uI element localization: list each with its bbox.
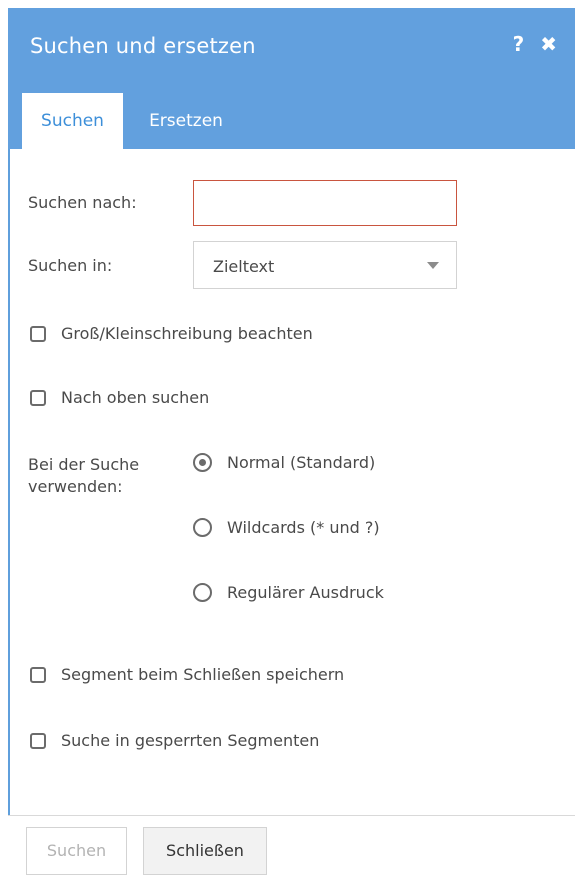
search-in-select[interactable]: Zieltext <box>193 241 457 289</box>
search-mode-regex[interactable]: Regulärer Ausdruck <box>193 583 384 602</box>
search-mode-label-line2: verwenden: <box>28 477 123 496</box>
radio-wildcards[interactable] <box>193 518 212 537</box>
search-mode-label: Bei der Suche verwenden: <box>28 454 139 498</box>
search-mode-normal[interactable]: Normal (Standard) <box>193 453 375 472</box>
search-button[interactable]: Suchen <box>26 827 127 875</box>
search-mode-regex-label: Regulärer Ausdruck <box>227 583 384 602</box>
search-mode-normal-label: Normal (Standard) <box>227 453 376 472</box>
search-mode-wildcards-label: Wildcards (* und ?) <box>227 518 380 537</box>
search-for-input[interactable] <box>193 180 457 226</box>
radio-regex[interactable] <box>193 583 212 602</box>
case-sensitive-option[interactable]: Groß/Kleinschreibung beachten <box>30 324 313 343</box>
tab-ersetzen[interactable]: Ersetzen <box>136 93 236 149</box>
radio-normal[interactable] <box>193 453 212 472</box>
search-locked-label: Suche in gesperrten Segmenten <box>61 731 320 750</box>
chevron-down-icon <box>427 262 439 269</box>
close-button[interactable]: Schließen <box>143 827 267 875</box>
search-for-label: Suchen nach: <box>28 193 137 212</box>
dialog-footer: Suchen Schließen <box>8 815 575 885</box>
dialog-title: Suchen und ersetzen <box>30 34 256 58</box>
search-locked-checkbox[interactable] <box>30 732 46 749</box>
search-in-label: Suchen in: <box>28 256 113 275</box>
case-sensitive-checkbox[interactable] <box>30 325 46 342</box>
save-segment-option[interactable]: Segment beim Schließen speichern <box>30 665 344 684</box>
close-icon[interactable]: ✖ <box>540 33 557 55</box>
save-segment-label: Segment beim Schließen speichern <box>61 665 345 684</box>
dialog-header: Suchen und ersetzen ? ✖ Suchen Ersetzen <box>8 8 575 149</box>
save-segment-checkbox[interactable] <box>30 666 46 683</box>
search-up-label: Nach oben suchen <box>61 388 210 407</box>
search-mode-wildcards[interactable]: Wildcards (* und ?) <box>193 518 380 537</box>
header-icons: ? ✖ <box>513 33 557 55</box>
search-up-option[interactable]: Nach oben suchen <box>30 388 209 407</box>
tab-suchen[interactable]: Suchen <box>22 93 123 149</box>
search-in-value: Zieltext <box>213 257 275 276</box>
search-mode-label-line1: Bei der Suche <box>28 455 140 474</box>
search-locked-option[interactable]: Suche in gesperrten Segmenten <box>30 731 319 750</box>
dialog-body: Suchen nach: Suchen in: Zieltext Groß/Kl… <box>8 149 575 815</box>
find-replace-dialog: Suchen und ersetzen ? ✖ Suchen Ersetzen … <box>8 8 575 885</box>
case-sensitive-label: Groß/Kleinschreibung beachten <box>61 324 313 343</box>
search-up-checkbox[interactable] <box>30 389 46 406</box>
question-icon[interactable]: ? <box>513 33 525 55</box>
